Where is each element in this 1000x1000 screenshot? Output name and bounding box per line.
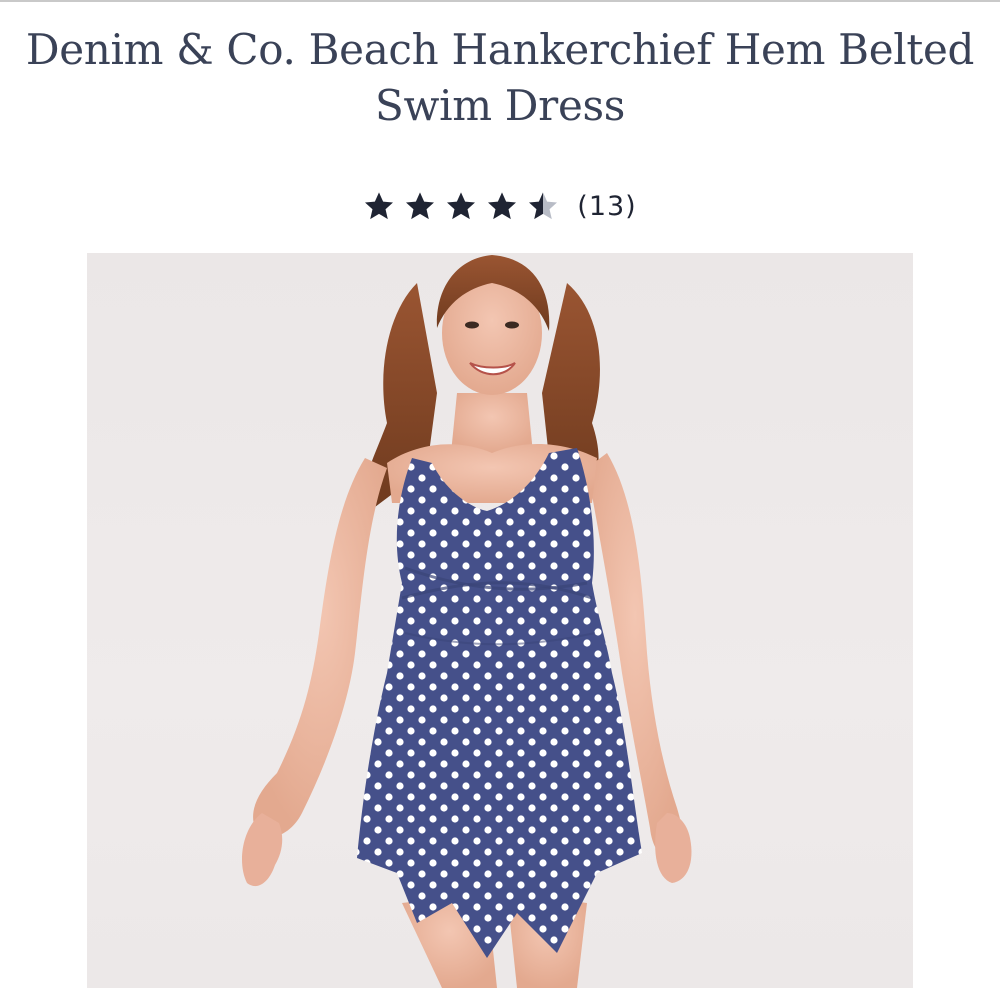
star-rating[interactable] (363, 190, 559, 222)
product-title: Denim & Co. Beach Hankerchief Hem Belted… (25, 25, 975, 130)
top-divider (0, 0, 1000, 2)
star-full-icon (365, 192, 394, 220)
star-full-icon (406, 192, 435, 220)
star-full-icon (447, 192, 476, 220)
star-half-icon (529, 192, 558, 220)
title-container: Denim & Co. Beach Hankerchief Hem Belted… (0, 22, 1000, 134)
star-full-icon (488, 192, 517, 220)
product-image[interactable] (87, 253, 913, 988)
review-count-link[interactable]: (13) (577, 191, 636, 222)
model-photo-illustration (242, 255, 692, 988)
rating-row[interactable]: (13) (0, 184, 1000, 228)
